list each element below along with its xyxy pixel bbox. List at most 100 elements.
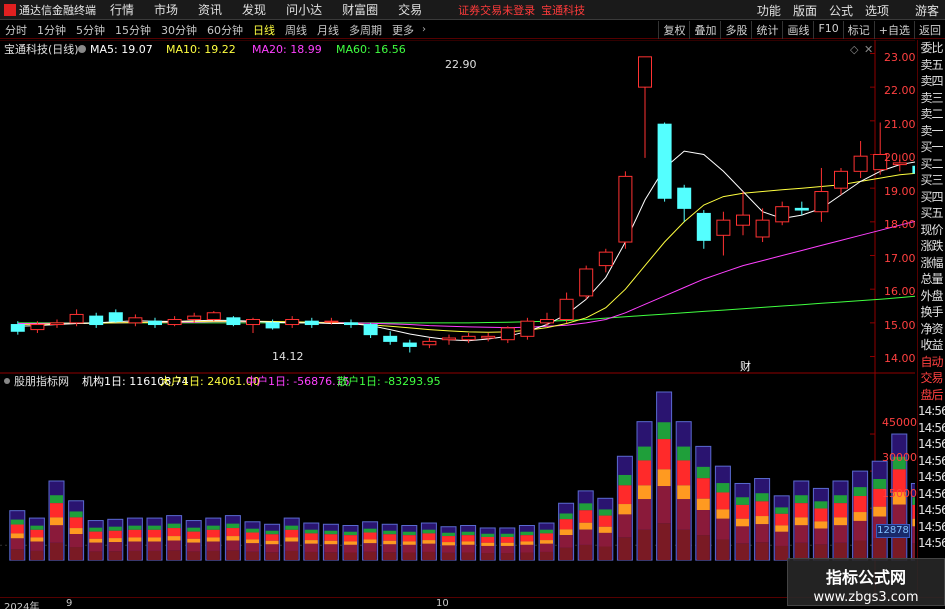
volume-segment <box>559 513 573 520</box>
side-item[interactable]: 买三 <box>918 172 945 189</box>
volume-segment <box>755 501 769 517</box>
menu-item-trade[interactable]: 交易 <box>388 1 432 18</box>
menu-item-wealth[interactable]: 财富圈 <box>332 1 388 18</box>
candle-body <box>461 335 476 341</box>
volume-segment <box>638 499 651 530</box>
login-notice[interactable]: 证券交易未登录 宝通科技 <box>458 2 585 18</box>
volume-tick: 15000 <box>882 487 917 500</box>
side-item[interactable]: 买四 <box>918 189 945 206</box>
volume-segment-base <box>324 552 338 561</box>
side-item[interactable]: 委比 <box>918 40 945 57</box>
statistics-button[interactable]: 统计 <box>751 21 782 39</box>
candle-body <box>618 175 633 243</box>
finance-marker[interactable]: 财 <box>740 359 751 373</box>
period-tick[interactable]: 分时 <box>0 22 32 38</box>
volume-segment <box>128 541 142 551</box>
side-item[interactable]: 净资 <box>918 321 945 338</box>
period-more[interactable]: 更多 <box>387 22 419 38</box>
indicator-large: 大户1日: 24061.00 <box>160 374 260 388</box>
candle-body <box>657 123 672 199</box>
time-axis-month-9: 9 <box>66 598 73 609</box>
volume-segment <box>402 544 416 553</box>
period-weekly[interactable]: 周线 <box>280 22 312 38</box>
candle-body <box>304 320 319 326</box>
period-60min[interactable]: 60分钟 <box>202 22 248 38</box>
menu-item-xiaoda[interactable]: 问小达 <box>276 1 332 18</box>
volume-segment <box>10 538 24 550</box>
menu-item-layout[interactable]: 版面 <box>787 2 823 19</box>
side-item[interactable]: 卖三 <box>918 90 945 107</box>
collapse-icon[interactable]: ◇ <box>850 43 859 56</box>
side-item[interactable]: 卖二 <box>918 106 945 123</box>
menu-item-options[interactable]: 选项 <box>859 2 895 19</box>
side-item[interactable]: 总量 <box>918 271 945 288</box>
side-item[interactable]: 卖一 <box>918 123 945 140</box>
mark-button[interactable]: 标记 <box>842 21 874 39</box>
side-item[interactable]: 卖五 <box>918 57 945 74</box>
draw-line-button[interactable]: 画线 <box>782 21 813 39</box>
volume-segment-base <box>657 523 671 561</box>
chevron-right-icon[interactable]: › <box>419 24 429 35</box>
ma60-line <box>17 295 915 324</box>
volume-segment <box>344 531 357 536</box>
period-15min[interactable]: 15分钟 <box>110 22 156 38</box>
chart-area[interactable]: 宝通科技(日线) MA5: 19.07 MA10: 19.22 MA20: 18… <box>0 40 917 600</box>
side-item[interactable]: 涨幅 <box>918 255 945 272</box>
side-item[interactable]: 收益 <box>918 337 945 354</box>
period-monthly[interactable]: 月线 <box>312 22 344 38</box>
volume-segment <box>304 540 318 544</box>
side-item[interactable]: 卖四 <box>918 73 945 90</box>
period-multi[interactable]: 多周期 <box>344 22 387 38</box>
back-button[interactable]: 返回 <box>914 21 945 39</box>
price-tick: 22.00 <box>884 84 916 97</box>
kline-chart[interactable]: 宝通科技(日线) MA5: 19.07 MA10: 19.22 MA20: 18… <box>0 40 915 600</box>
menu-item-discover[interactable]: 发现 <box>232 1 276 18</box>
volume-segment-base <box>481 553 495 561</box>
volume-segment-base <box>500 553 514 561</box>
settings-icon[interactable] <box>78 45 86 53</box>
volume-segment <box>579 529 593 545</box>
volume-segment <box>696 466 710 479</box>
candle-body <box>755 219 770 238</box>
overlay-button[interactable]: 叠加 <box>689 21 720 39</box>
volume-segment <box>108 526 122 531</box>
candle-body <box>853 155 868 172</box>
volume-segment-base <box>755 542 769 561</box>
indicator-title: 股朋指标网 <box>14 374 69 388</box>
side-item[interactable]: 盘后 <box>918 387 945 404</box>
volume-segment-base <box>716 539 730 561</box>
volume-segment <box>598 532 612 547</box>
multi-stock-button[interactable]: 多股 <box>720 21 751 39</box>
indicator-settings-icon[interactable] <box>4 378 10 384</box>
period-5min[interactable]: 5分钟 <box>71 22 110 38</box>
volume-segment-base <box>187 551 201 561</box>
side-item[interactable]: 外盘 <box>918 288 945 305</box>
side-item[interactable]: 交易 <box>918 370 945 387</box>
side-item[interactable]: 现价 <box>918 222 945 239</box>
volume-segment <box>755 493 769 502</box>
side-item[interactable]: 买一 <box>918 139 945 156</box>
menu-item-news[interactable]: 资讯 <box>188 1 232 18</box>
volume-segment <box>559 519 573 530</box>
candle-body <box>10 324 25 332</box>
period-daily[interactable]: 日线 <box>248 22 280 38</box>
candle-body <box>540 318 554 324</box>
add-watchlist-button[interactable]: +自选 <box>873 21 914 39</box>
menu-item-formula[interactable]: 公式 <box>823 2 859 19</box>
menu-item-quotes[interactable]: 行情 <box>100 1 144 18</box>
close-icon[interactable]: ✕ <box>864 43 873 56</box>
side-item[interactable]: 买二 <box>918 156 945 173</box>
adjust-button[interactable]: 复权 <box>658 21 689 39</box>
period-1min[interactable]: 1分钟 <box>32 22 71 38</box>
side-item[interactable]: 自动 <box>918 354 945 371</box>
side-item[interactable]: 涨跌 <box>918 238 945 255</box>
f10-button[interactable]: F10 <box>813 21 842 39</box>
volume-segment <box>148 537 161 542</box>
menu-item-market[interactable]: 市场 <box>144 1 188 18</box>
period-30min[interactable]: 30分钟 <box>156 22 202 38</box>
menu-item-guest[interactable]: 游客 <box>909 2 945 19</box>
side-item[interactable]: 换手 <box>918 304 945 321</box>
side-item[interactable]: 买五 <box>918 205 945 222</box>
menu-item-function[interactable]: 功能 <box>751 2 787 19</box>
volume-segment <box>50 525 63 543</box>
